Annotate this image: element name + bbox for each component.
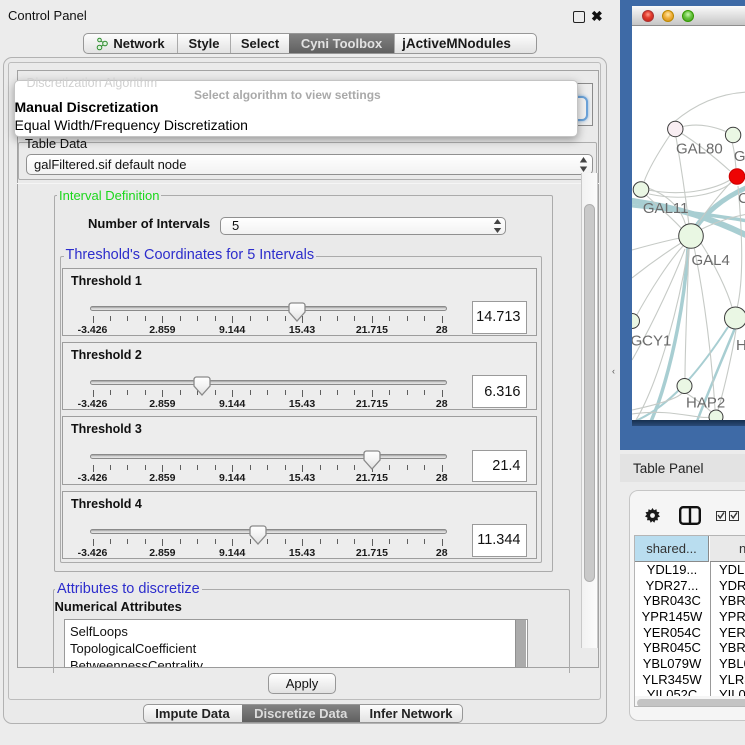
svg-text:C: C <box>738 190 745 207</box>
svg-text:H: H <box>736 337 745 354</box>
svg-text:GA: GA <box>734 148 745 165</box>
svg-text:GAL11: GAL11 <box>643 200 689 217</box>
svg-text:GAL4: GAL4 <box>692 252 730 269</box>
svg-text:GCY1: GCY1 <box>632 333 671 350</box>
svg-text:HAP2: HAP2 <box>686 395 725 412</box>
svg-text:GAL80: GAL80 <box>676 140 723 157</box>
